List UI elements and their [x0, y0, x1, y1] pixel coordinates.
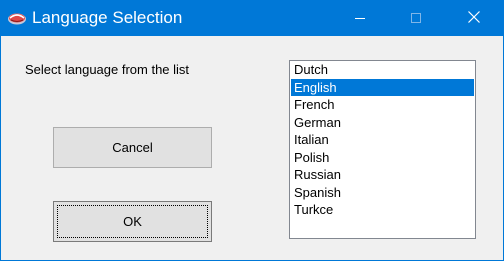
window-title: Language Selection: [32, 8, 183, 27]
prompt-label: Select language from the list: [25, 62, 190, 77]
close-button[interactable]: [445, 1, 503, 36]
list-item-french[interactable]: French: [291, 96, 474, 114]
list-item-german[interactable]: German: [291, 114, 474, 132]
cancel-button-label: Cancel: [112, 140, 153, 155]
dialog-client-area: Select language from the list Cancel OK …: [1, 36, 503, 260]
language-selection-window: Language Selection Select language from …: [0, 0, 504, 261]
ok-button[interactable]: OK: [53, 201, 212, 242]
list-item-english[interactable]: English: [291, 78, 474, 96]
ok-button-label: OK: [123, 214, 142, 229]
list-item-russian[interactable]: Russian: [291, 166, 474, 184]
cancel-button[interactable]: Cancel: [53, 127, 212, 168]
list-item-polish[interactable]: Polish: [291, 149, 474, 167]
list-item-turkce[interactable]: Turkce: [291, 201, 474, 219]
maximize-icon: [411, 10, 421, 28]
app-globe-icon[interactable]: [7, 10, 27, 26]
list-item-spanish[interactable]: Spanish: [291, 184, 474, 202]
maximize-button[interactable]: [387, 1, 445, 36]
title-bar[interactable]: Language Selection: [1, 1, 503, 36]
close-icon: [468, 10, 480, 28]
minimize-button[interactable]: [331, 1, 389, 36]
language-listbox[interactable]: Dutch English French German Italian Poli…: [289, 60, 476, 239]
list-item-italian[interactable]: Italian: [291, 131, 474, 149]
minimize-icon: [355, 10, 365, 28]
list-item-dutch[interactable]: Dutch: [291, 61, 474, 79]
